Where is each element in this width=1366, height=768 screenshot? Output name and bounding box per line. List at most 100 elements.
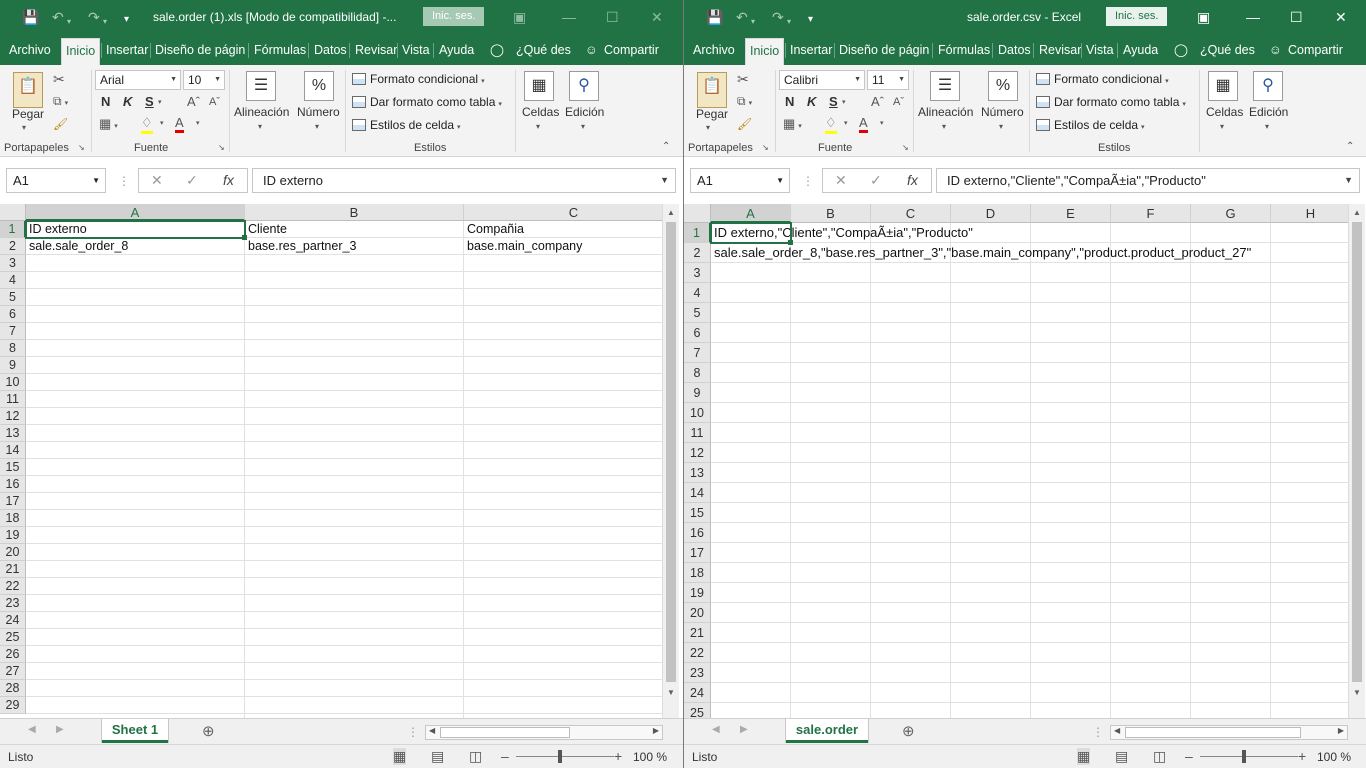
cells-label[interactable]: Celdas <box>1206 105 1243 119</box>
tab-datos[interactable]: Datos <box>998 42 1031 58</box>
cancel-icon[interactable]: ✕ <box>835 169 847 192</box>
borders-icon[interactable]: ▦ ▾ <box>783 116 802 132</box>
row-header-24[interactable]: 24 <box>0 612 26 629</box>
row-header-16[interactable]: 16 <box>0 476 26 493</box>
column-header-c[interactable]: C <box>871 204 951 223</box>
scroll-left-icon[interactable]: ◀ <box>1114 726 1120 735</box>
scroll-left-icon[interactable]: ◀ <box>429 726 435 735</box>
tab-vista[interactable]: Vista <box>1086 42 1114 58</box>
row-header-28[interactable]: 28 <box>0 680 26 697</box>
conditional-format-button[interactable]: Formato condicional ▾ <box>352 72 485 86</box>
tab-ayuda[interactable]: Ayuda <box>1123 42 1158 58</box>
scroll-down-icon[interactable]: ▼ <box>667 688 675 697</box>
row-header-3[interactable]: 3 <box>0 255 26 272</box>
qat-customize-icon[interactable]: ▾ <box>124 11 129 29</box>
row-header-18[interactable]: 18 <box>0 510 26 527</box>
zoom-slider-thumb[interactable] <box>1242 750 1246 763</box>
underline-dropdown-icon[interactable]: ▾ <box>842 98 846 106</box>
fill-handle[interactable] <box>788 240 793 245</box>
row-header-21[interactable]: 21 <box>684 623 711 643</box>
cell-c2[interactable]: base.main_company <box>464 238 582 255</box>
cells-icon[interactable]: ▦ <box>524 71 554 101</box>
chevron-down-icon[interactable]: ▾ <box>1220 122 1224 131</box>
underline-dropdown-icon[interactable]: ▾ <box>158 98 162 106</box>
number-format-icon[interactable]: % <box>988 71 1018 101</box>
cell-styles-button[interactable]: Estilos de celda ▾ <box>352 118 461 132</box>
page-break-icon[interactable]: ◫ <box>469 748 482 765</box>
row-header-20[interactable]: 20 <box>684 603 711 623</box>
font-color-icon[interactable]: A <box>175 115 184 133</box>
row-header-25[interactable]: 25 <box>0 629 26 646</box>
active-cell-a1[interactable] <box>710 222 792 244</box>
redo-dropdown-icon[interactable]: ▾ <box>787 13 791 31</box>
vertical-scrollbar[interactable]: ▲ ▼ <box>662 204 679 718</box>
row-header-17[interactable]: 17 <box>684 543 711 563</box>
cells-label[interactable]: Celdas <box>522 105 559 119</box>
user-icon[interactable]: ☺ <box>585 42 598 58</box>
row-header-7[interactable]: 7 <box>684 343 711 363</box>
collapse-ribbon-icon[interactable]: ⌃ <box>1346 141 1354 152</box>
chevron-down-icon[interactable]: ▾ <box>1265 122 1269 131</box>
row-header-13[interactable]: 13 <box>0 425 26 442</box>
search-icon[interactable]: ⚲ <box>1253 71 1283 101</box>
row-header-20[interactable]: 20 <box>0 544 26 561</box>
fill-dropdown-icon[interactable]: ▾ <box>160 119 164 127</box>
scroll-thumb[interactable] <box>1125 727 1301 738</box>
dialog-launcher-icon[interactable]: ↘ <box>78 143 85 152</box>
zoom-in-icon[interactable]: + <box>614 748 622 764</box>
tab-formulas[interactable]: Fórmulas <box>254 42 306 58</box>
next-sheet-icon[interactable]: ▶ <box>56 724 64 735</box>
redo-icon[interactable]: ↷ <box>772 8 784 26</box>
ribbon-display-icon[interactable]: ▣ <box>1197 8 1210 26</box>
redo-dropdown-icon[interactable]: ▾ <box>103 13 107 31</box>
formula-input[interactable]: ID externo,"Cliente","CompaÃ±ia","Produc… <box>936 168 1360 193</box>
font-name-combo[interactable]: Arial ▼ <box>95 70 181 90</box>
horizontal-scrollbar[interactable]: ◀ ▶ <box>1110 725 1348 740</box>
dialog-launcher-icon[interactable]: ↘ <box>218 143 225 152</box>
close-icon[interactable]: ✕ <box>651 8 663 26</box>
underline-button[interactable]: S <box>829 94 838 109</box>
chevron-down-icon[interactable]: ▾ <box>536 122 540 131</box>
row-header-9[interactable]: 9 <box>684 383 711 403</box>
share-button[interactable]: Compartir <box>1288 42 1343 58</box>
fill-handle[interactable] <box>242 235 247 240</box>
font-size-combo[interactable]: 10 ▼ <box>183 70 225 90</box>
paste-label[interactable]: Pegar <box>696 107 728 121</box>
vertical-scrollbar[interactable]: ▲ ▼ <box>1348 204 1365 718</box>
undo-dropdown-icon[interactable]: ▾ <box>751 13 755 31</box>
number-label[interactable]: Número <box>297 105 340 119</box>
prev-sheet-icon[interactable]: ◀ <box>712 724 720 735</box>
tab-ayuda[interactable]: Ayuda <box>439 42 474 58</box>
column-header-a[interactable]: A <box>711 204 791 223</box>
scroll-down-icon[interactable]: ▼ <box>1353 688 1361 697</box>
enter-icon[interactable]: ✓ <box>870 169 882 192</box>
chevron-down-icon[interactable]: ▾ <box>315 122 319 131</box>
row-header-2[interactable]: 2 <box>684 243 711 263</box>
split-grip-icon[interactable]: ⋮ <box>407 725 419 739</box>
font-color-dropdown-icon[interactable]: ▾ <box>880 119 884 127</box>
sheet-tab[interactable]: Sheet 1 <box>102 719 168 743</box>
font-size-combo[interactable]: 11 ▼ <box>867 70 909 90</box>
row-header-21[interactable]: 21 <box>0 561 26 578</box>
increase-font-icon[interactable]: Aˆ <box>187 94 200 109</box>
cell-styles-button[interactable]: Estilos de celda ▾ <box>1036 118 1145 132</box>
row-header-16[interactable]: 16 <box>684 523 711 543</box>
borders-icon[interactable]: ▦ ▾ <box>99 116 118 132</box>
chevron-down-icon[interactable]: ▾ <box>22 123 26 132</box>
row-header-6[interactable]: 6 <box>684 323 711 343</box>
fill-color-icon[interactable]: ♢ <box>141 115 153 134</box>
tab-diseno[interactable]: Diseño de página <box>839 42 929 58</box>
sign-in-button[interactable]: Inic. ses. <box>1106 7 1168 26</box>
formula-input[interactable]: ID externo ▼ <box>252 168 676 193</box>
italic-button[interactable]: K <box>807 94 816 109</box>
split-grip-icon[interactable]: ⋮ <box>1092 725 1104 739</box>
row-header-4[interactable]: 4 <box>0 272 26 289</box>
tab-insertar[interactable]: Insertar <box>106 42 148 58</box>
zoom-out-icon[interactable]: – <box>501 748 509 764</box>
decrease-font-icon[interactable]: Aˇ <box>209 96 220 108</box>
page-layout-icon[interactable]: ▤ <box>1115 748 1128 765</box>
chevron-down-icon[interactable]: ▾ <box>942 122 946 131</box>
alignment-icon[interactable]: ☰ <box>246 71 276 101</box>
undo-icon[interactable]: ↶ <box>736 8 748 26</box>
row-header-23[interactable]: 23 <box>0 595 26 612</box>
